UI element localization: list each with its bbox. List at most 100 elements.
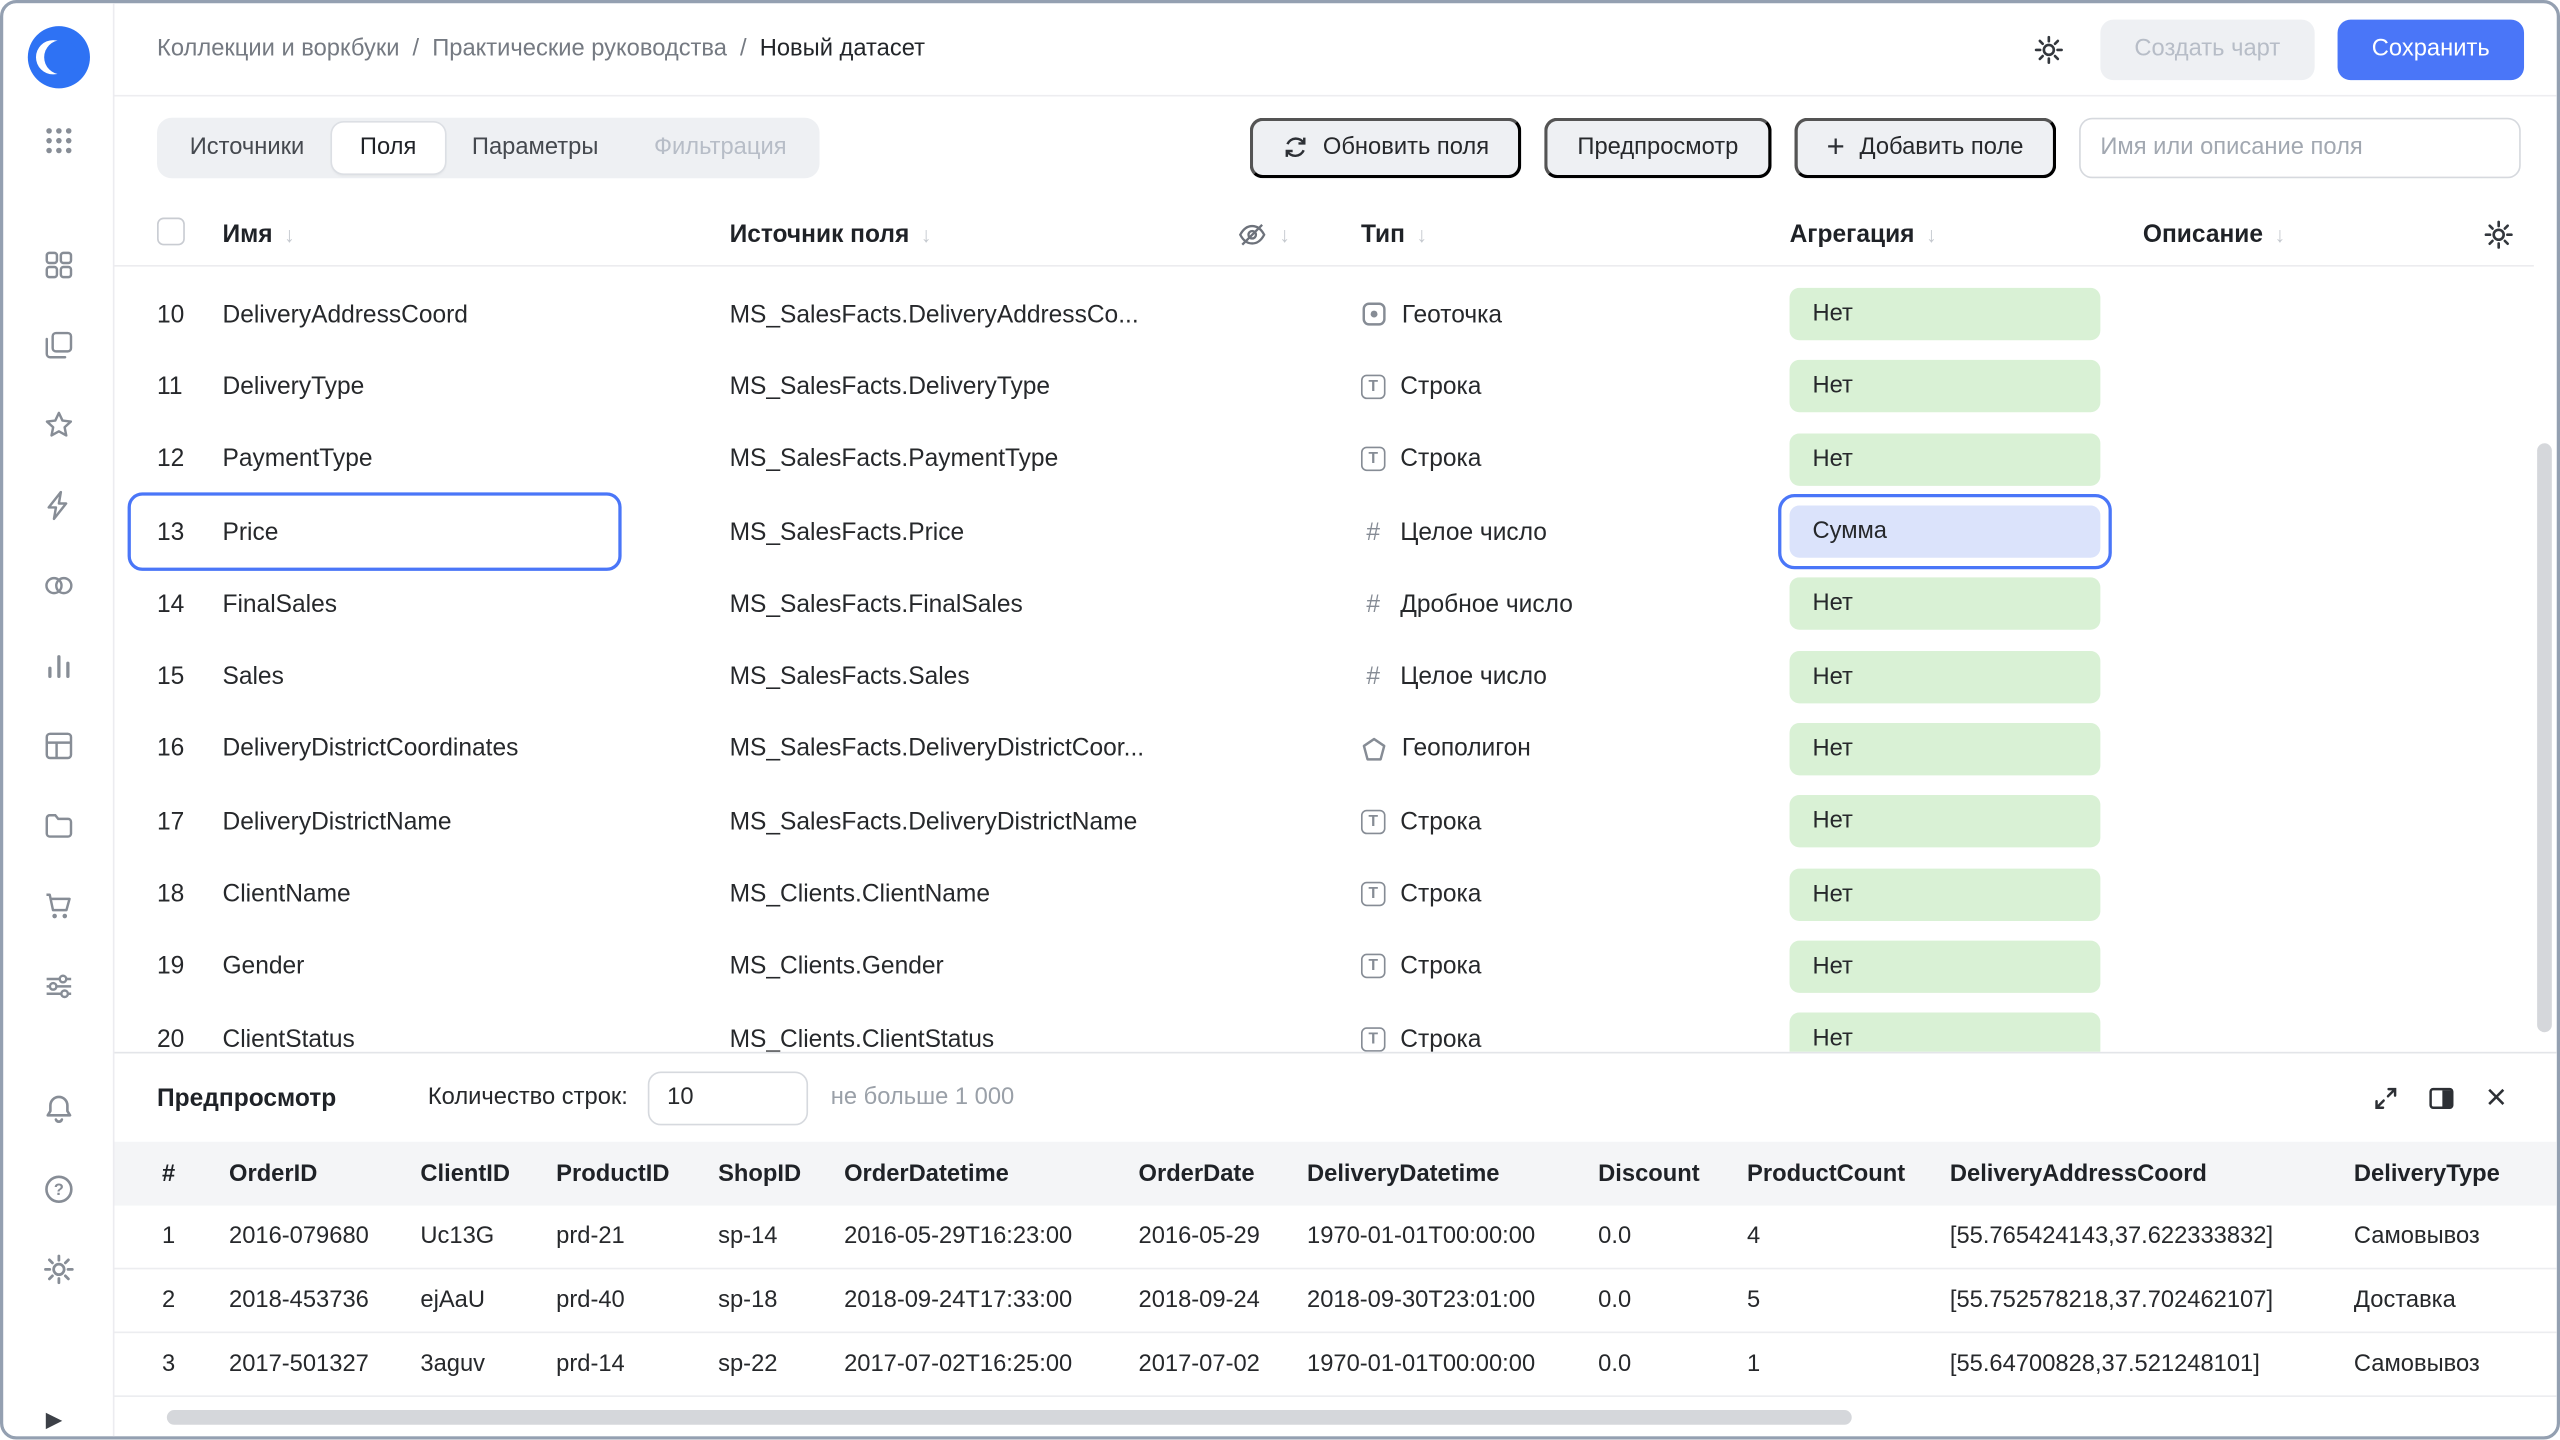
sidebar-item-favorites[interactable] xyxy=(39,406,78,445)
dataset-settings-button[interactable] xyxy=(2033,34,2064,65)
select-all-checkbox[interactable] xyxy=(157,216,185,245)
preview-cell: Самовывоз xyxy=(2353,1223,2480,1250)
tab-parameters[interactable]: Параметры xyxy=(444,122,626,173)
field-row-DeliveryType[interactable]: 11 DeliveryType MS_SalesFacts.DeliveryType… xyxy=(115,351,2534,423)
breadcrumb-collections[interactable]: Коллекции и воркбуки xyxy=(157,36,399,62)
refresh-fields-button[interactable]: Обновить поля xyxy=(1249,116,1522,178)
col-header-source[interactable]: Источник поля ↓ xyxy=(730,220,1237,248)
help-button[interactable]: ? xyxy=(39,1170,78,1209)
sidebar-item-datasets[interactable] xyxy=(39,726,78,765)
field-type[interactable]: # Целое число xyxy=(1361,663,1790,691)
field-type[interactable]: T Строка xyxy=(1360,1025,1790,1052)
field-name[interactable]: PaymentType xyxy=(222,445,729,473)
preview-toggle-button[interactable]: Предпросмотр xyxy=(1544,116,1772,178)
field-name[interactable]: Sales xyxy=(222,663,729,691)
aggregation-select[interactable]: Нет xyxy=(1789,867,2101,921)
aggregation-select[interactable]: Нет xyxy=(1789,795,2101,848)
aggregation-select[interactable]: Нет xyxy=(1789,1012,2101,1052)
breadcrumb-current: Новый датасет xyxy=(759,35,925,63)
field-row-DeliveryDistrictCoordinates[interactable]: 16 DeliveryDistrictCoordinates MS_SalesFac… xyxy=(115,713,2534,785)
sidebar-item-services[interactable] xyxy=(39,967,78,1006)
horizontal-scrollbar[interactable] xyxy=(115,1410,2557,1425)
field-type[interactable]: T Строка xyxy=(1360,445,1790,473)
sort-arrow-icon[interactable]: ↓ xyxy=(921,222,932,247)
field-type[interactable]: Геополигон xyxy=(1361,735,1790,763)
field-name[interactable]: FinalSales xyxy=(222,590,729,618)
sidebar-item-connections[interactable] xyxy=(39,566,78,605)
sort-arrow-icon[interactable]: ↓ xyxy=(1279,222,1290,247)
field-name[interactable]: DeliveryAddressCoord xyxy=(222,300,729,328)
aggregation-select[interactable]: Нет xyxy=(1789,722,2101,776)
field-row-ClientStatus[interactable]: 20 ClientStatus MS_Clients.ClientStatus T Ст… xyxy=(115,1003,2534,1052)
field-type[interactable]: Геоточка xyxy=(1361,300,1790,328)
field-name[interactable]: DeliveryDistrictName xyxy=(222,808,729,836)
field-type[interactable]: T Строка xyxy=(1360,373,1790,401)
field-row-PaymentType[interactable]: 12 PaymentType MS_SalesFacts.PaymentType T С… xyxy=(115,423,2534,495)
field-row-Gender[interactable]: 19 Gender MS_Clients.Gender T Строка Нет xyxy=(115,930,2534,1002)
sidebar-item-workbooks[interactable] xyxy=(39,326,78,365)
split-view-button[interactable] xyxy=(2413,1070,2469,1126)
field-name[interactable]: ClientStatus xyxy=(222,1025,729,1052)
field-type[interactable]: # Целое число xyxy=(1361,518,1790,546)
aggregation-select[interactable]: Нет xyxy=(1789,360,2101,413)
preview-cell: 2016-05-29 xyxy=(1138,1223,1260,1250)
field-row-ClientName[interactable]: 18 ClientName MS_Clients.ClientName T Строка… xyxy=(115,858,2534,930)
col-header-aggregation[interactable]: Агрегация ↓ xyxy=(1790,220,2143,248)
field-name[interactable]: DeliveryDistrictCoordinates xyxy=(222,735,729,763)
add-field-button[interactable]: + Добавить поле xyxy=(1793,116,2057,178)
breadcrumb-guides[interactable]: Практические руководства xyxy=(432,36,727,62)
field-row-Sales[interactable]: 15 Sales MS_SalesFacts.Sales # Целое число Не… xyxy=(115,640,2534,712)
aggregation-select[interactable]: Нет xyxy=(1789,288,2101,341)
vertical-scrollbar-thumb[interactable] xyxy=(2537,443,2552,1033)
sort-arrow-icon[interactable]: ↓ xyxy=(1926,222,1937,247)
tab-sources[interactable]: Источники xyxy=(162,122,332,173)
aggregation-select[interactable]: Сумма xyxy=(1789,505,2101,558)
col-header-type[interactable]: Тип ↓ xyxy=(1361,220,1790,248)
refresh-icon xyxy=(1285,137,1306,158)
tab-fields[interactable]: Поля xyxy=(332,121,445,173)
notifications-button[interactable] xyxy=(39,1089,78,1128)
field-row-FinalSales[interactable]: 14 FinalSales MS_SalesFacts.FinalSales # Дро… xyxy=(115,568,2534,640)
expand-preview-button[interactable] xyxy=(2357,1070,2413,1126)
vertical-scrollbar[interactable] xyxy=(2537,206,2553,1042)
gear-icon xyxy=(2484,219,2513,248)
horizontal-scrollbar-thumb[interactable] xyxy=(166,1410,1852,1425)
datalens-logo[interactable] xyxy=(26,25,91,90)
sort-arrow-icon[interactable]: ↓ xyxy=(284,222,295,247)
field-search-input[interactable] xyxy=(2079,116,2521,178)
sort-arrow-icon[interactable]: ↓ xyxy=(2275,222,2286,247)
save-button[interactable]: Сохранить xyxy=(2337,18,2525,80)
aggregation-select[interactable]: Нет xyxy=(1789,433,2101,486)
row-count-input[interactable] xyxy=(647,1070,808,1125)
field-name[interactable]: Gender xyxy=(222,953,729,981)
gear-icon xyxy=(2034,35,2063,64)
sort-arrow-icon[interactable]: ↓ xyxy=(1416,222,1427,247)
sidebar-item-dashboards[interactable] xyxy=(39,245,78,284)
sidebar-item-analytics[interactable] xyxy=(39,646,78,685)
table-settings-button[interactable] xyxy=(2459,218,2534,249)
field-type[interactable]: T Строка xyxy=(1360,808,1790,835)
field-row-Price[interactable]: 13 Price MS_SalesFacts.Price # Целое число Су… xyxy=(115,492,2534,571)
col-header-name[interactable]: Имя ↓ xyxy=(222,220,729,248)
field-type[interactable]: # Дробное число xyxy=(1361,590,1790,618)
aggregation-select[interactable]: Нет xyxy=(1789,650,2101,703)
settings-button[interactable] xyxy=(39,1250,78,1289)
field-name[interactable]: Price xyxy=(222,518,729,546)
field-row-DeliveryAddressCoord[interactable]: 10 DeliveryAddressCoord MS_SalesFacts.Deli… xyxy=(115,278,2534,350)
field-name[interactable]: ClientName xyxy=(222,880,729,908)
field-type[interactable]: T Строка xyxy=(1360,880,1790,908)
aggregation-select[interactable]: Нет xyxy=(1789,577,2101,631)
sidebar-item-marketplace[interactable] xyxy=(39,887,78,926)
string-type-icon: T xyxy=(1360,954,1386,979)
field-row-DeliveryDistrictName[interactable]: 17 DeliveryDistrictName MS_SalesFacts.Deli… xyxy=(115,785,2534,857)
apps-grid-icon[interactable] xyxy=(39,121,78,160)
sidebar-item-storage[interactable] xyxy=(39,806,78,845)
col-header-visibility[interactable]: ↓ xyxy=(1237,218,1361,249)
sidebar-item-charts[interactable] xyxy=(39,486,78,525)
col-header-description[interactable]: Описание ↓ xyxy=(2143,220,2459,248)
field-type[interactable]: T Строка xyxy=(1360,953,1790,980)
aggregation-select[interactable]: Нет xyxy=(1789,940,2101,993)
close-preview-button[interactable]: × xyxy=(2468,1070,2524,1126)
sidebar-expand-button[interactable]: ▶ xyxy=(46,1407,62,1433)
field-name[interactable]: DeliveryType xyxy=(222,373,729,401)
